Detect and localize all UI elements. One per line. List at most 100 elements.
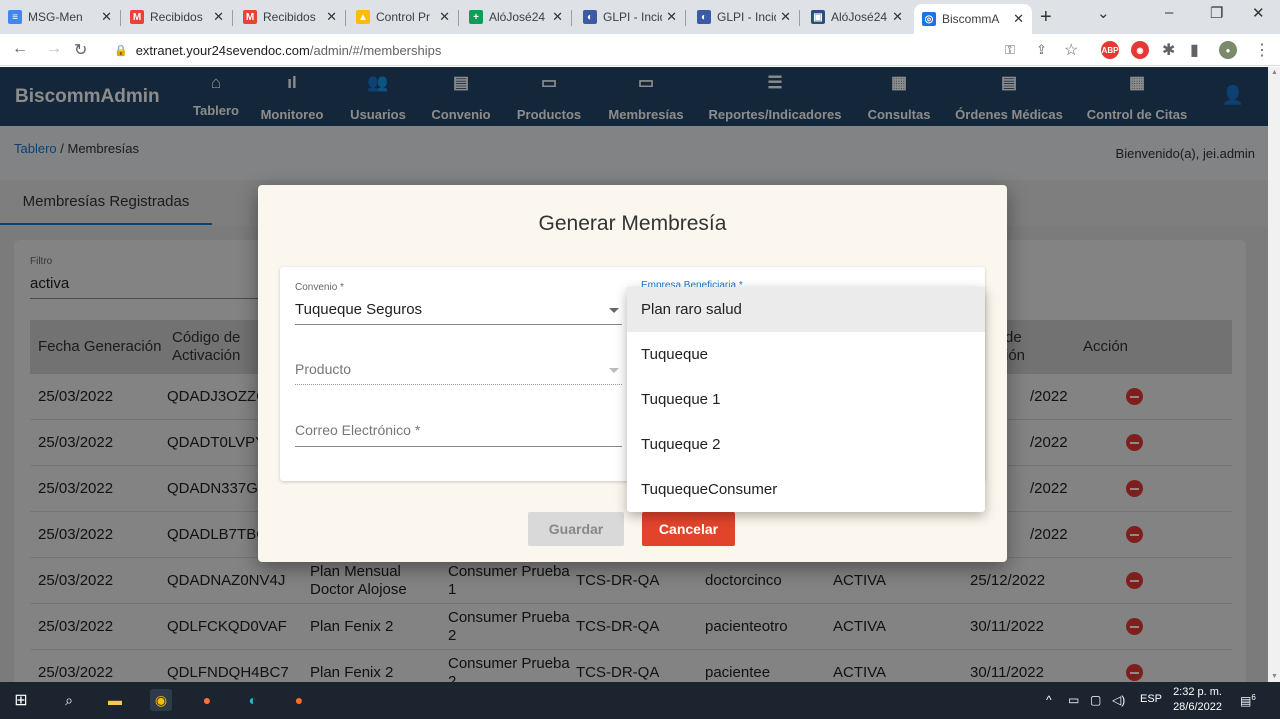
clock-date: 28/6/2022	[1173, 701, 1222, 713]
tab-title: Recibidos	[150, 10, 203, 24]
tab-favicon-icon: ◎	[922, 12, 936, 26]
email-underline	[295, 446, 622, 447]
convenio-underline	[295, 324, 622, 325]
tray-chevron-icon[interactable]: ^	[1046, 693, 1052, 707]
close-tab-icon[interactable]: ✕	[892, 9, 903, 25]
convenio-label: Convenio *	[295, 282, 344, 293]
convenio-dropdown-arrow[interactable]	[609, 308, 619, 313]
clock-time: 2:32 p. m.	[1173, 686, 1222, 698]
producto-dropdown-arrow[interactable]	[609, 368, 619, 373]
cancel-button[interactable]: Cancelar	[642, 512, 735, 546]
tab-separator	[345, 10, 346, 26]
reload-icon[interactable]: ↻	[74, 40, 87, 60]
close-tab-icon[interactable]: ✕	[666, 9, 677, 25]
tab-separator	[458, 10, 459, 26]
browser-tab[interactable]: M Recibidos ✕	[122, 4, 232, 30]
email-field[interactable]: Correo Electrónico *	[295, 422, 420, 438]
back-icon[interactable]: ←	[12, 40, 28, 58]
tab-favicon-icon: ≡	[8, 10, 22, 24]
forward-icon[interactable]: →	[46, 40, 62, 58]
tab-favicon-icon: ◐	[697, 10, 711, 24]
tab-search-icon[interactable]: ⌄	[1097, 4, 1110, 22]
browser-tab-strip: ≡ MSG-Men ✕ M Recibidos ✕ M Recibidos ✕ ▲ Control …	[0, 0, 1280, 34]
tab-favicon-icon: M	[243, 10, 257, 24]
tab-title: GLPI - Incid	[603, 10, 663, 24]
dropdown-option[interactable]: TuquequeConsumer	[627, 467, 985, 512]
search-icon[interactable]: ⌕	[58, 689, 80, 711]
system-clock[interactable]: 2:32 p. m. 28/6/2022	[1173, 685, 1222, 715]
minimize-button[interactable]: –	[1165, 4, 1173, 21]
language-indicator[interactable]: ESP	[1140, 693, 1162, 705]
adblock-extension-icon[interactable]: ABP	[1101, 41, 1119, 59]
address-bar-row: ← → ↻ 🔒 extranet.your24sevendoc.com/admi…	[0, 34, 1280, 66]
browser-tab[interactable]: ▣ AlóJosé24 ✕	[803, 4, 911, 30]
close-tab-icon[interactable]: ✕	[1013, 11, 1024, 27]
tab-separator	[685, 10, 686, 26]
side-panel-icon[interactable]: ▮	[1190, 40, 1199, 60]
url-host: extranet.your24sevendoc.com	[135, 42, 310, 58]
empresa-dropdown-menu: Plan raro salud Tuqueque Tuqueque 1 Tuquequ…	[627, 287, 985, 512]
dropdown-option[interactable]: Tuqueque	[627, 332, 985, 377]
close-tab-icon[interactable]: ✕	[101, 9, 112, 25]
dropdown-option[interactable]: Tuqueque 2	[627, 422, 985, 467]
url-field[interactable]: 🔒 extranet.your24sevendoc.com/admin/#/me…	[104, 37, 1084, 63]
browser-tab[interactable]: ▲ Control Pr ✕	[348, 4, 458, 30]
tab-favicon-icon: +	[469, 10, 483, 24]
windows-start-icon[interactable]: ⊞	[10, 689, 32, 711]
tab-title: GLPI - Incid	[717, 10, 777, 24]
dialog-title: Generar Membresía	[538, 212, 727, 235]
producto-select[interactable]: Producto	[295, 361, 351, 377]
network-icon[interactable]: ▢	[1090, 693, 1101, 707]
tab-title: Recibidos	[263, 10, 316, 24]
dropdown-option[interactable]: Tuqueque 1	[627, 377, 985, 422]
tab-favicon-icon: M	[130, 10, 144, 24]
scroll-down-arrow[interactable]: ▼	[1271, 673, 1278, 680]
browser-tab[interactable]: M Recibidos ✕	[235, 4, 345, 30]
tab-separator	[799, 10, 800, 26]
browser-tab[interactable]: ◐ GLPI - Incid ✕	[575, 4, 685, 30]
share-icon[interactable]: ⇪	[1036, 42, 1047, 58]
chrome-icon[interactable]: ◉	[150, 689, 172, 711]
tab-separator	[232, 10, 233, 26]
profile-avatar[interactable]: ●	[1219, 41, 1237, 59]
producto-underline	[295, 384, 622, 385]
convenio-select[interactable]: Tuqueque Seguros	[295, 301, 422, 318]
lock-icon: 🔒	[114, 44, 128, 57]
close-tab-icon[interactable]: ✕	[552, 9, 563, 25]
app-icon[interactable]: ●	[288, 689, 310, 711]
dropdown-option[interactable]: Plan raro salud	[627, 287, 985, 332]
close-tab-icon[interactable]: ✕	[439, 9, 450, 25]
browser-tab[interactable]: + AlóJosé24 ✕	[461, 4, 571, 30]
save-button[interactable]: Guardar	[528, 512, 624, 546]
puzzle-icon[interactable]: ✱	[1162, 40, 1175, 60]
tab-favicon-icon: ◐	[583, 10, 597, 24]
file-explorer-icon[interactable]: ▬	[104, 689, 126, 711]
browser-tab[interactable]: ◐ GLPI - Incid ✕	[689, 4, 799, 30]
close-tab-icon[interactable]: ✕	[326, 9, 337, 25]
close-tab-icon[interactable]: ✕	[213, 9, 224, 25]
tab-title: BiscommA	[942, 12, 1000, 26]
key-icon[interactable]: ⚿	[1005, 42, 1015, 58]
browser-tab[interactable]: ≡ MSG-Men ✕	[0, 4, 120, 30]
volume-icon[interactable]: ◁)	[1112, 693, 1125, 707]
windows-taskbar: ⊞ ⌕ ▬ ◉ ● ◐ ● ^ ▭ ▢ ◁) ESP 2:32 p. m. 28/…	[0, 682, 1280, 719]
scroll-up-arrow[interactable]: ▲	[1271, 69, 1278, 76]
page-scrollbar[interactable]: ▲ ▼	[1268, 67, 1280, 682]
tab-favicon-icon: ▣	[811, 10, 825, 24]
tab-title: AlóJosé24	[831, 10, 888, 24]
new-tab-button[interactable]: +	[1040, 6, 1052, 29]
close-window-button[interactable]: ✕	[1252, 4, 1265, 22]
notification-count: 6	[1251, 693, 1256, 702]
battery-icon[interactable]: ▭	[1068, 693, 1079, 707]
extension-icon[interactable]: ◉	[1131, 41, 1149, 59]
bookmark-star-icon[interactable]: ☆	[1064, 40, 1078, 60]
firefox-icon[interactable]: ●	[196, 689, 218, 711]
url-path: /admin/#/memberships	[309, 42, 442, 58]
browser-menu-icon[interactable]: ⋮	[1254, 40, 1270, 60]
browser-tab[interactable]: ◎ BiscommA ✕	[914, 4, 1032, 34]
close-tab-icon[interactable]: ✕	[780, 9, 791, 25]
maximize-button[interactable]: ❐	[1210, 4, 1223, 22]
edge-icon[interactable]: ◐	[242, 689, 264, 711]
tab-title: Control Pr	[376, 10, 431, 24]
notification-icon[interactable]: ▤6	[1240, 693, 1256, 708]
